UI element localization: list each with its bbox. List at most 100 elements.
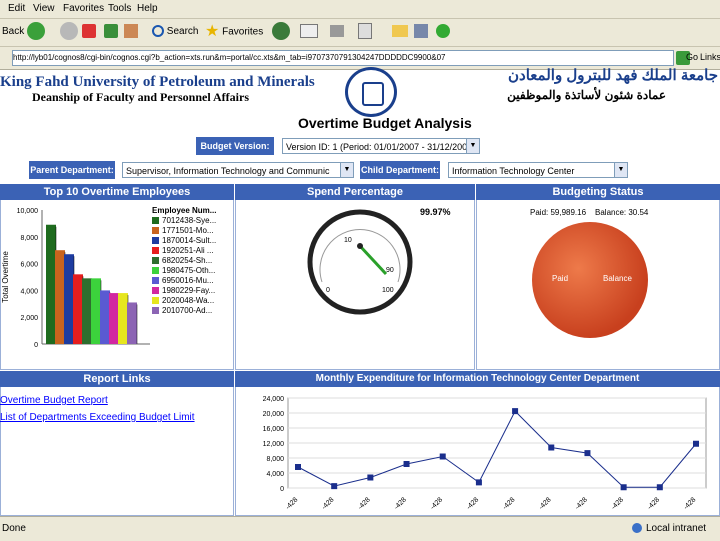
bar [91,278,101,344]
bar [64,254,74,344]
legend-item: 2010700-Ad... [152,306,232,316]
monthly-panel-title: Monthly Expenditure for Information Tech… [235,371,720,387]
y-tick-label: 0 [34,342,38,349]
y-tick-label: 8,000 [20,235,38,242]
legend-swatch [152,237,159,245]
menu-favorites[interactable]: Favorites [63,3,104,14]
data-point [295,464,301,470]
home-icon[interactable] [124,22,138,42]
legend-label: 6950016-Mu... [162,276,214,285]
star-icon: ★ [205,23,220,40]
child-department-select[interactable]: Information Technology Center ▼ [448,162,628,178]
toolbar: Back Search ★ Favorites [0,19,720,47]
y-tick-label: 24,000 [263,396,285,403]
x-tick-label: -428 [465,496,480,511]
data-point [512,408,519,415]
data-point [367,474,374,481]
monthly-line-chart: 24,00020,00016,00012,0008,0004,0000-428-… [263,396,707,511]
y-tick-label: 10,000 [17,208,39,215]
folder-icon[interactable] [392,22,408,42]
refresh-icon[interactable] [104,22,118,42]
bar-shadow [136,304,138,344]
parent-department-select[interactable]: Supervisor, Information Technology and C… [122,162,354,178]
parent-department-value: Supervisor, Information Technology and C… [126,166,330,176]
gauge-tick-label: 0 [326,287,330,294]
legend-swatch [152,247,159,255]
go-button[interactable]: Go [686,52,698,62]
budget-version-select[interactable]: Version ID: 1 (Period: 01/01/2007 - 31/1… [282,138,480,154]
search-button[interactable]: Search [152,22,198,42]
y-axis-label: Total Overtime [1,251,10,303]
menu-view[interactable]: View [33,3,55,14]
menu-help[interactable]: Help [137,3,158,14]
chevron-down-icon: ▼ [340,163,353,177]
y-tick-label: 20,000 [263,411,285,418]
forward-arrow-icon[interactable] [60,22,78,42]
back-arrow-icon[interactable] [27,22,45,42]
bar [100,290,110,344]
budget-version-value: Version ID: 1 (Period: 01/01/2007 - 31/1… [286,142,476,152]
data-point [331,483,338,490]
zone-text: Local intranet [646,523,707,534]
menu-bar: Edit View Favorites Tools Help [0,0,720,19]
legend-swatch [152,257,159,265]
gauge-tick-label: 10 [344,237,352,244]
y-tick-label: 8,000 [266,456,284,463]
balance-total-text: Balance: 30.54 [595,208,649,217]
links-panel-title: Report Links [0,371,234,387]
child-department-value: Information Technology Center [452,166,575,176]
legend-swatch [152,227,159,235]
spend-gauge: 0 10 90 100 [307,209,413,315]
budget-status-pie [532,222,648,338]
x-tick-label: -428 [646,496,661,511]
data-point [620,484,627,491]
parent-department-label: Parent Department: [29,161,115,179]
mail-icon[interactable] [300,22,318,42]
research-icon[interactable] [414,22,428,42]
url-text: http://lyb01/cognos8/cgi-bin/cognos.cgi?… [13,53,446,62]
departments-exceeding-budget-link[interactable]: List of Departments Exceeding Budget Lim… [0,412,195,423]
stop-icon[interactable] [82,22,96,42]
report-title: Overtime Budget Analysis [298,115,472,131]
overtime-budget-report-link[interactable]: Overtime Budget Report [0,395,108,406]
messenger-icon[interactable] [436,22,450,42]
edit-icon[interactable] [358,22,372,42]
legend-item: 7012438-Sye... [152,216,232,226]
bar [82,278,92,344]
y-tick-label: 6,000 [20,262,38,269]
chevron-down-icon: ▼ [466,139,479,153]
menu-edit[interactable]: Edit [8,3,25,14]
legend-label: 1771501-Mo... [162,226,214,235]
legend-item: 1980229-Fay... [152,286,232,296]
y-tick-label: 12,000 [263,441,285,448]
data-point [403,461,410,467]
url-field[interactable]: http://lyb01/cognos8/cgi-bin/cognos.cgi?… [12,50,674,66]
y-tick-label: 4,000 [266,471,284,478]
print-icon[interactable] [330,22,344,42]
legend-item: 1771501-Mo... [152,226,232,236]
status-bar: Done Local intranet [0,516,720,541]
legend-label: 1980475-Oth... [162,266,216,275]
menu-tools[interactable]: Tools [108,3,131,14]
links-button[interactable]: Links [700,52,720,62]
legend-swatch [152,307,159,315]
legend-label: 7012438-Sye... [162,216,217,225]
search-icon [152,25,164,38]
legend-swatch [152,297,159,305]
spend-percentage-value: 99.97% [420,207,451,217]
bar [127,302,137,344]
favorites-button[interactable]: ★ Favorites [205,22,263,42]
back-button[interactable]: Back [2,22,24,42]
legend-item: 1980475-Oth... [152,266,232,276]
x-tick-label: -428 [610,496,625,511]
deanship-name-en: Deanship of Faculty and Personnel Affair… [32,90,250,104]
legend-label: 1920251-Ali ... [162,246,214,255]
top10-legend: Employee Num... 7012438-Sye... 1771501-Mo… [152,206,232,316]
history-icon[interactable] [272,22,290,42]
data-point [584,450,591,457]
data-point [475,479,482,486]
balance-slice-label: Balance [603,274,632,283]
chevron-down-icon: ▼ [614,163,627,177]
gauge-tick-label: 90 [386,267,394,274]
paid-slice-label: Paid [552,274,569,283]
